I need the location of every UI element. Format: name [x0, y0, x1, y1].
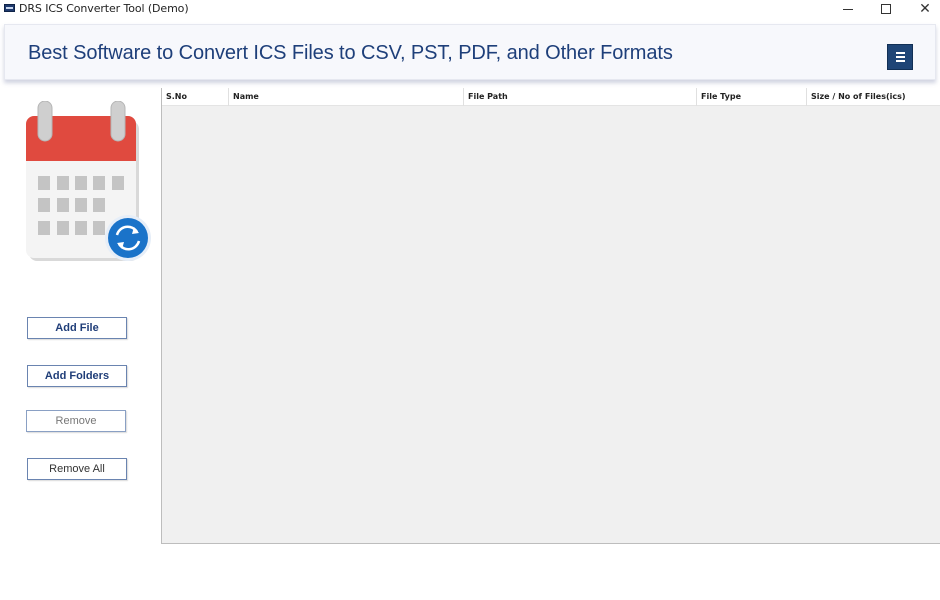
maximize-button[interactable] [866, 0, 906, 18]
app-icon [4, 4, 15, 12]
calendar-sync-icon [26, 101, 151, 261]
add-folders-button[interactable]: Add Folders [27, 365, 127, 387]
close-button[interactable]: ✕ [905, 0, 940, 18]
table-body[interactable] [162, 106, 940, 543]
remove-all-button[interactable]: Remove All [27, 458, 127, 480]
column-header-size[interactable]: Size / No of Files(ics) [807, 88, 940, 106]
window-title: DRS ICS Converter Tool (Demo) [19, 2, 189, 15]
column-header-file-path[interactable]: File Path [464, 88, 697, 106]
minimize-icon [843, 8, 853, 10]
maximize-icon [881, 4, 891, 14]
menu-button[interactable] [887, 44, 913, 70]
sidebar: Add File Add Folders Remove Remove All [0, 88, 160, 600]
column-header-file-type[interactable]: File Type [697, 88, 807, 106]
remove-button[interactable]: Remove [26, 410, 126, 432]
header-banner: Best Software to Convert ICS Files to CS… [4, 24, 936, 80]
page-title: Best Software to Convert ICS Files to CS… [28, 42, 673, 64]
table-header: S.No Name File Path File Type Size / No … [162, 88, 940, 106]
add-file-button[interactable]: Add File [27, 317, 127, 339]
window-titlebar: DRS ICS Converter Tool (Demo) ✕ [0, 0, 940, 18]
minimize-button[interactable] [828, 0, 868, 18]
file-list-table[interactable]: S.No Name File Path File Type Size / No … [161, 88, 940, 544]
close-icon: ✕ [919, 1, 931, 17]
column-header-name[interactable]: Name [229, 88, 464, 106]
column-header-sno[interactable]: S.No [162, 88, 229, 106]
hamburger-menu-icon [895, 52, 905, 54]
